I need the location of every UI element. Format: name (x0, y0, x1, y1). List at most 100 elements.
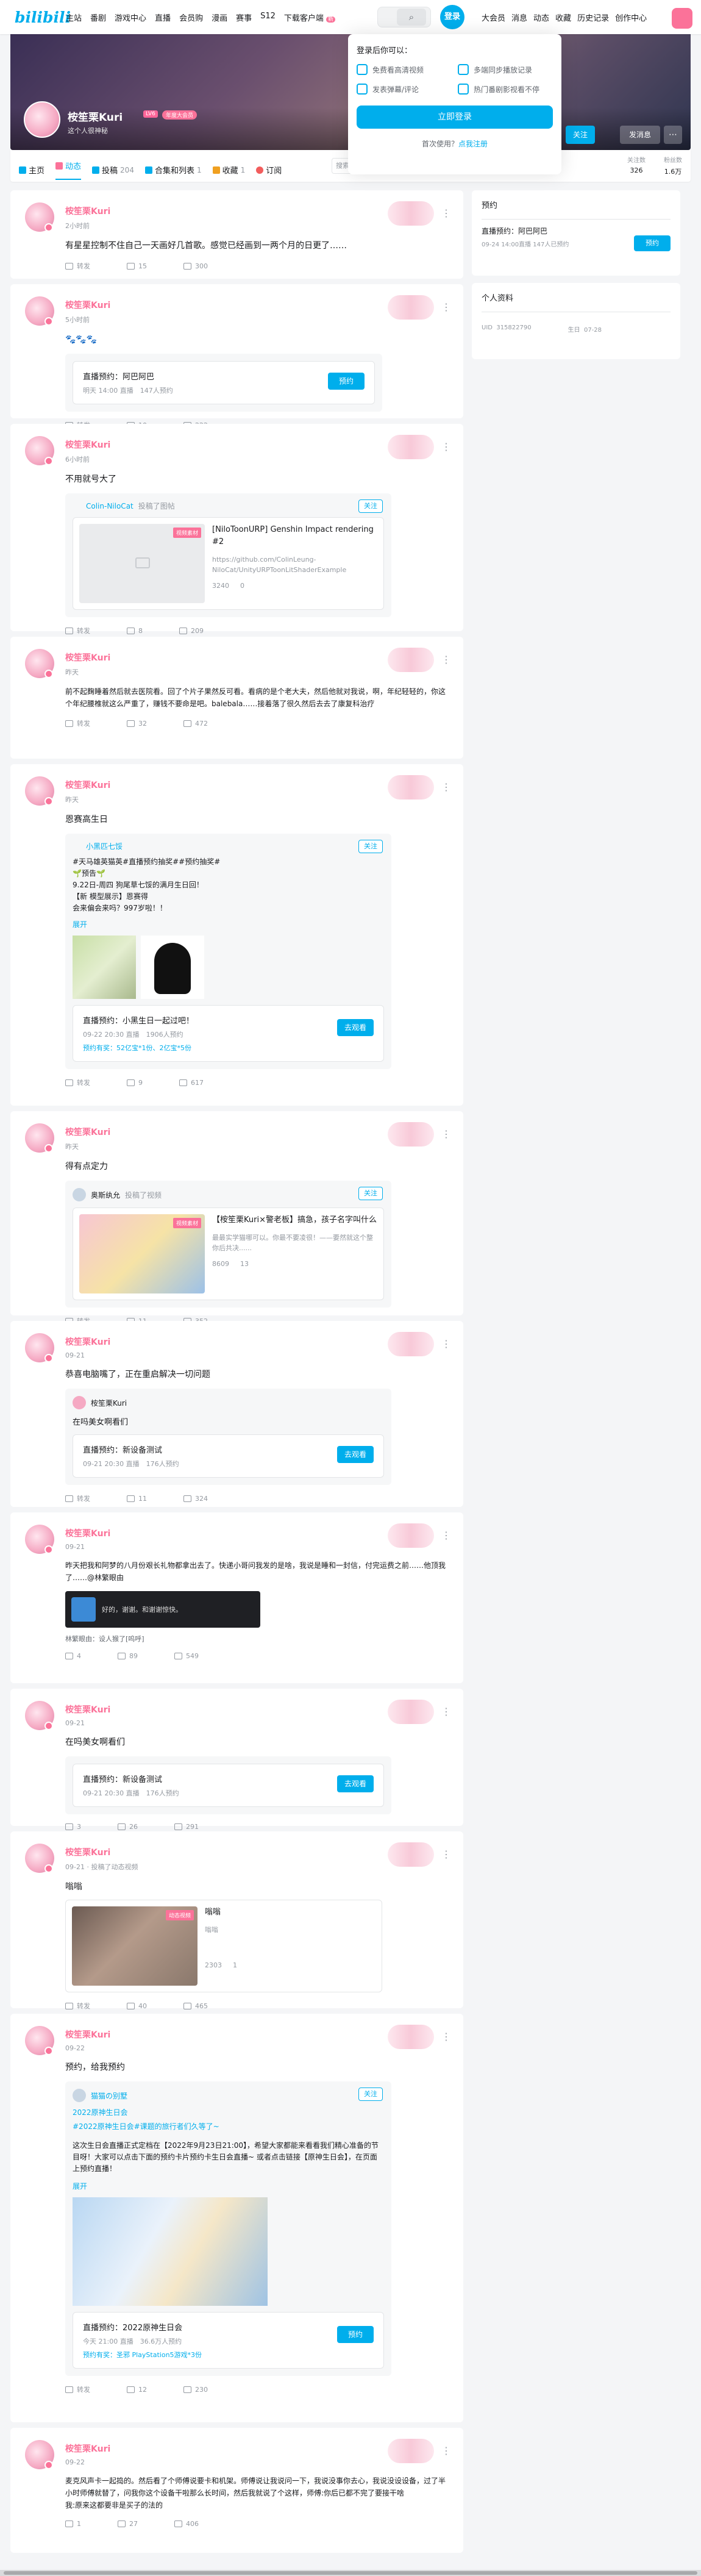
watch-button[interactable]: 去观看 (337, 1775, 374, 1792)
share-button[interactable]: 转发 (65, 2001, 90, 2011)
comment-button[interactable]: 15 (127, 261, 147, 271)
forwarded-post[interactable]: Colin-NiloCat 投稿了图帖 关注 视频素材 [NiloToonURP]… (65, 493, 391, 617)
comment-button[interactable]: 32 (127, 718, 147, 728)
live-booking-prize[interactable]: 预约有奖：圣邪 PlayStation5游戏*3份 (83, 2350, 374, 2360)
forward-author[interactable]: 猫猫の别墅 (91, 2091, 127, 2101)
forward-author[interactable]: Colin-NiloCat (86, 502, 133, 510)
tab-collections[interactable]: 合集和列表 1 (144, 160, 202, 180)
topic-tags[interactable]: #2022原神生日会#课题的旅行者们久等了~ (73, 2121, 384, 2131)
stat-following[interactable]: 关注数 326 (627, 155, 646, 176)
forward-author[interactable]: 桉笙栗Kuri (91, 1398, 127, 1408)
follow-button[interactable]: 关注 (566, 126, 595, 144)
post-image[interactable] (73, 936, 136, 999)
comment-button[interactable]: 40 (127, 2001, 147, 2011)
forwarded-post[interactable]: 猫猫の别墅 关注 2022原神生日会 #2022原神生日会#课题的旅行者们久等了… (65, 2081, 391, 2376)
like-button[interactable]: 230 (183, 2385, 208, 2394)
nav-item-main[interactable]: 主站 (66, 12, 82, 23)
like-button[interactable]: 300 (183, 261, 208, 271)
share-button[interactable]: 转发 (65, 718, 90, 728)
comment-button[interactable]: 11 (127, 1494, 147, 1503)
nav-item-favorites[interactable]: 收藏 (555, 12, 571, 23)
follow-button[interactable]: 关注 (358, 2088, 383, 2101)
avatar[interactable] (73, 2089, 86, 2102)
avatar[interactable] (73, 1188, 86, 1201)
forwarded-post[interactable]: 小黑匹七馁 关注 #天马雄英猫英#直播预约抽奖##预约抽奖# 🌱预告🌱 9.22… (65, 834, 391, 1069)
more-icon[interactable]: ⋮ (441, 1128, 451, 1140)
tab-dynamics[interactable]: 动态 (55, 160, 82, 180)
like-button[interactable]: 291 (174, 1823, 199, 1831)
tab-home[interactable]: 主页 (19, 160, 44, 180)
watch-button[interactable]: 去观看 (337, 1446, 374, 1463)
like-button[interactable]: 465 (183, 2001, 208, 2011)
more-icon[interactable]: ⋮ (441, 2445, 451, 2456)
booking-button[interactable]: 预约 (337, 2326, 374, 2343)
like-button[interactable]: 324 (183, 1494, 208, 1503)
booking-button[interactable]: 预约 (328, 373, 365, 390)
login-button[interactable]: 登录 (440, 5, 464, 29)
more-icon[interactable]: ⋮ (441, 1338, 451, 1350)
nav-item-anime[interactable]: 番剧 (90, 12, 106, 23)
post-image[interactable] (141, 936, 204, 999)
like-button[interactable]: 472 (183, 718, 208, 728)
like-button[interactable]: 406 (174, 2520, 199, 2528)
comment-button[interactable]: 9 (127, 1078, 143, 1087)
comment-button[interactable]: 12 (127, 2385, 147, 2394)
comment-button[interactable]: 26 (118, 1823, 138, 1831)
bilibili-logo[interactable]: bilibili (15, 9, 71, 26)
like-button[interactable]: 209 (179, 626, 204, 635)
message-button[interactable]: 发消息 (620, 126, 660, 144)
comment-button[interactable]: 8 (127, 626, 143, 635)
forwarded-post[interactable]: 奥斯纨允 投稿了视频 关注 视频素材 【桉笙栗Kuri×警老板】搞急，孩子名字叫什… (65, 1181, 391, 1308)
tab-favorites[interactable]: 收藏 1 (212, 160, 245, 180)
watch-button[interactable]: 去观看 (337, 1019, 374, 1036)
tab-uploads[interactable]: 投稿 204 (92, 160, 134, 180)
share-button[interactable]: 转发 (65, 1078, 90, 1087)
comment-button[interactable]: 27 (118, 2520, 138, 2528)
nav-item-download[interactable]: 下载客户端 新 (284, 12, 336, 23)
more-icon[interactable]: ⋮ (441, 2031, 451, 2042)
more-icon[interactable]: ⋮ (441, 1706, 451, 1717)
expand-link[interactable]: 展开 (73, 919, 384, 929)
share-button[interactable]: 转发 (65, 261, 90, 271)
avatar[interactable] (24, 101, 60, 138)
nav-item-esports[interactable]: 赛事 (236, 12, 252, 23)
like-button[interactable]: 549 (174, 1652, 199, 1660)
more-icon[interactable]: ⋮ (441, 781, 451, 793)
post-image[interactable] (73, 2197, 268, 2306)
nav-item-s12[interactable]: S12 (260, 12, 276, 23)
horizontal-scrollbar[interactable] (0, 2570, 701, 2576)
share-button[interactable]: 转发 (65, 626, 90, 635)
popup-login-button[interactable]: 立即登录 (357, 106, 553, 129)
stat-fans[interactable]: 粉丝数 1.6万 (664, 155, 682, 176)
nav-item-live[interactable]: 直播 (155, 12, 171, 23)
follow-button[interactable]: 关注 (358, 840, 383, 853)
share-button[interactable]: 转发 (65, 1494, 90, 1503)
tab-subscriptions[interactable]: 订阅 (256, 160, 282, 180)
more-icon[interactable]: ⋮ (441, 301, 451, 313)
comment-button[interactable]: 89 (118, 1652, 138, 1660)
live-booking-prize[interactable]: 预约有奖：52亿宝*1份、2亿宝*5份 (83, 1043, 374, 1053)
nav-item-game[interactable]: 游戏中心 (115, 12, 146, 23)
share-button[interactable]: 3 (65, 1823, 81, 1831)
expand-link[interactable]: 展开 (73, 2181, 384, 2191)
chat-image[interactable]: 好的，谢谢。和谢谢惊快。 (65, 1591, 260, 1628)
forward-author[interactable]: 小黑匹七馁 (86, 841, 123, 851)
nav-item-history[interactable]: 历史记录 (577, 12, 609, 23)
link-card[interactable]: 视频素材 [NiloToonURP] Genshin Impact render… (73, 517, 384, 610)
reply-preview[interactable]: 林繁眼由：设人猴了[呜呼] (65, 1634, 450, 1644)
more-icon[interactable]: ⋮ (441, 207, 451, 219)
share-button[interactable]: 4 (65, 1652, 81, 1660)
avatar[interactable] (73, 1396, 86, 1409)
follow-button[interactable]: 关注 (358, 499, 383, 513)
video-card[interactable]: 视频素材 【桉笙栗Kuri×警老板】搞急，孩子名字叫什么 最最实学猫哪可以。你最… (73, 1208, 384, 1300)
share-button[interactable]: 转发 (65, 2385, 90, 2394)
forward-author[interactable]: 奥斯纨允 (91, 1190, 120, 1200)
more-icon[interactable]: ⋮ (441, 1530, 451, 1541)
nav-item-dynamics[interactable]: 动态 (533, 12, 549, 23)
more-icon[interactable]: ⋮ (441, 654, 451, 665)
nav-item-messages[interactable]: 消息 (511, 12, 527, 23)
booking-button[interactable]: 预约 (634, 235, 671, 251)
video-card[interactable]: 动态视频 嗡嗡 嗡嗡 2303 1 (65, 1900, 382, 1992)
nav-item-vip[interactable]: 大会员 (482, 12, 505, 23)
nav-item-mall[interactable]: 会员购 (179, 12, 203, 23)
